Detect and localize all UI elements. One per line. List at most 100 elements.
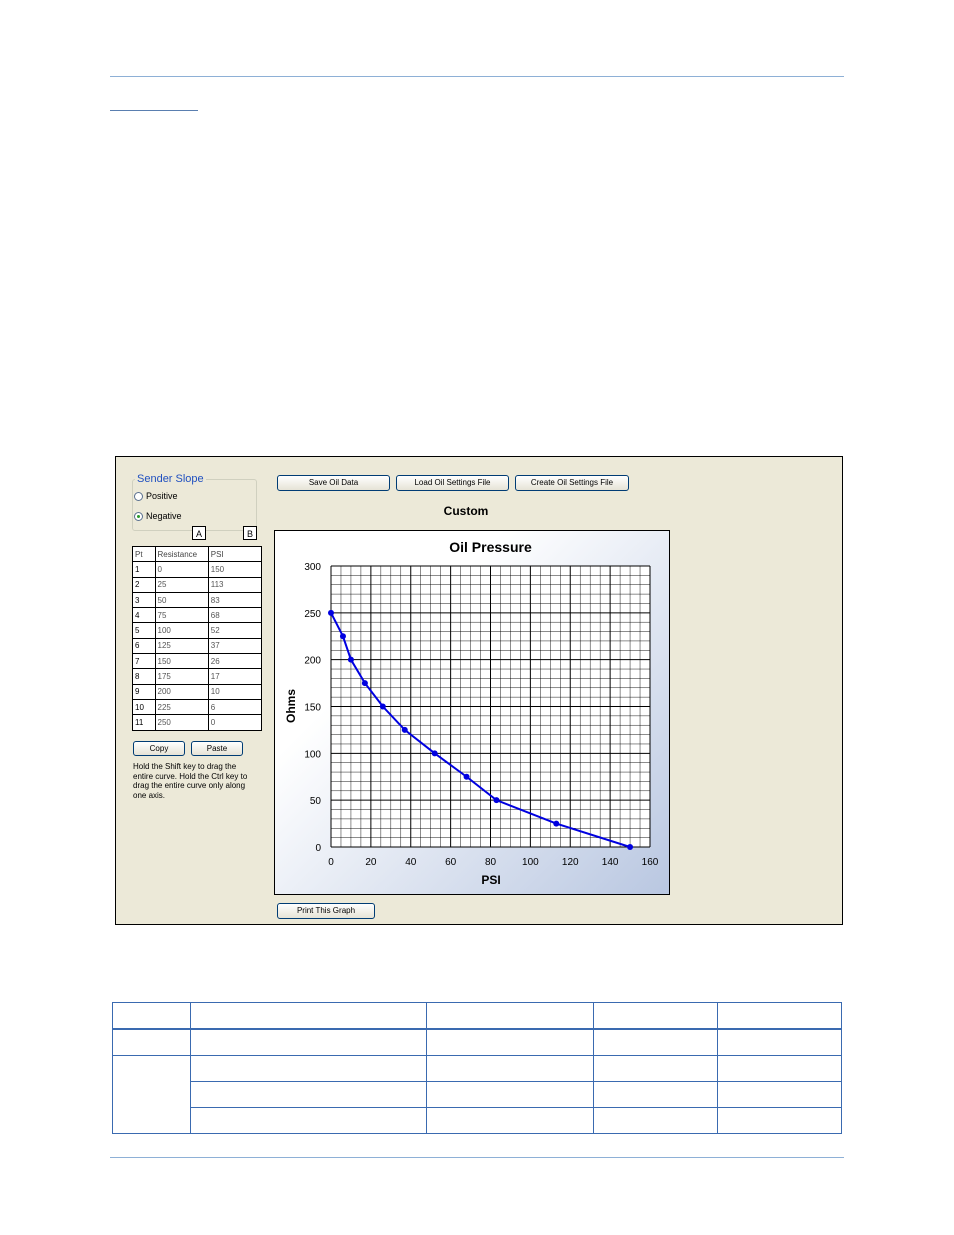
- y-axis-label: Ohms: [284, 689, 298, 723]
- points-table-row: 5 100 52: [132, 622, 263, 639]
- header-resistance: Resistance: [154, 545, 209, 563]
- x-tick-label: 120: [562, 857, 579, 868]
- bottom-table-row: [112, 1055, 842, 1134]
- y-tick-label: 250: [304, 609, 321, 620]
- row-pt-cell: 5: [132, 622, 156, 639]
- row-psi-cell[interactable]: 17: [207, 668, 263, 685]
- row-pt-cell: 11: [132, 714, 156, 731]
- points-table-row: 2 25 113: [132, 576, 263, 593]
- save-oil-data-button[interactable]: Save Oil Data: [277, 475, 390, 491]
- x-axis-label: PSI: [481, 873, 500, 887]
- radio-positive[interactable]: Positive: [134, 491, 178, 501]
- row-resistance-cell[interactable]: 100: [154, 622, 209, 639]
- radio-negative[interactable]: Negative: [134, 511, 182, 521]
- drag-hint-text: Hold the Shift key to drag the entire cu…: [133, 762, 248, 800]
- row-resistance-cell[interactable]: 250: [154, 714, 209, 731]
- x-tick-label: 80: [485, 857, 497, 868]
- data-point: [493, 797, 500, 804]
- row-psi-cell[interactable]: 26: [207, 653, 263, 670]
- oil-pressure-settings-panel: Sender Slope Positive Negative A B Pt Re…: [115, 456, 843, 925]
- oil-pressure-chart[interactable]: 0 20 40 60 80 100 120 140 160 0 50 100 150 200 250 300 O…: [274, 530, 670, 895]
- y-tick-label: 100: [304, 749, 321, 760]
- points-table-row: 11 250 0: [132, 714, 263, 731]
- data-point: [553, 820, 560, 827]
- footer-rule: [110, 1157, 844, 1158]
- row-pt-cell: 8: [132, 668, 156, 685]
- data-point: [347, 656, 354, 663]
- points-table-row: 10 225 6: [132, 698, 263, 716]
- x-tick-label: 0: [328, 857, 334, 868]
- custom-label: Custom: [443, 504, 489, 518]
- row-psi-cell[interactable]: 10: [207, 683, 263, 700]
- row-pt-cell: 1: [132, 561, 156, 578]
- row-resistance-cell[interactable]: 50: [154, 591, 209, 609]
- row-resistance-cell[interactable]: 75: [154, 607, 209, 624]
- row-psi-cell[interactable]: 83: [207, 591, 263, 609]
- y-tick-label: 0: [315, 843, 321, 854]
- row-psi-cell[interactable]: 37: [207, 637, 263, 655]
- row-psi-cell[interactable]: 113: [207, 576, 263, 593]
- data-point: [401, 726, 408, 733]
- bottom-table-row: [112, 1028, 842, 1056]
- row-psi-cell[interactable]: 52: [207, 622, 263, 639]
- points-table-row: 7 150 26: [132, 653, 263, 670]
- header-rule: [110, 76, 844, 77]
- points-table-row: 8 175 17: [132, 668, 263, 685]
- x-tick-label: 20: [365, 857, 377, 868]
- row-psi-cell[interactable]: 150: [207, 561, 263, 578]
- paste-button[interactable]: Paste: [191, 741, 243, 756]
- load-oil-settings-button[interactable]: Load Oil Settings File: [396, 475, 509, 491]
- y-tick-label: 200: [304, 656, 321, 667]
- points-table: Pt Resistance PSI 1 0 150 2 25 113 3 50 83 4 75 68 5…: [132, 545, 263, 731]
- copy-button[interactable]: Copy: [133, 741, 185, 756]
- data-point: [463, 773, 470, 780]
- sender-slope-title: Sender Slope: [135, 473, 206, 485]
- column-marker-b: B: [243, 526, 257, 540]
- print-graph-button[interactable]: Print This Graph: [277, 903, 375, 919]
- row-pt-cell: 3: [132, 591, 156, 609]
- row-resistance-cell[interactable]: 200: [154, 683, 209, 700]
- row-psi-cell[interactable]: 68: [207, 607, 263, 624]
- column-marker-a: A: [192, 526, 206, 540]
- header-pt: Pt: [132, 545, 156, 563]
- row-pt-cell: 10: [132, 698, 156, 716]
- row-pt-cell: 9: [132, 683, 156, 700]
- points-table-row: 4 75 68: [132, 607, 263, 624]
- radio-positive-indicator[interactable]: [134, 491, 143, 501]
- header-psi: PSI: [207, 545, 263, 563]
- data-point: [379, 703, 386, 710]
- row-resistance-cell[interactable]: 25: [154, 576, 209, 593]
- row-resistance-cell[interactable]: 150: [154, 653, 209, 670]
- row-resistance-cell[interactable]: 0: [154, 561, 209, 578]
- points-table-row: 3 50 83: [132, 591, 263, 609]
- points-table-row: 1 0 150: [132, 561, 263, 578]
- data-point: [328, 609, 334, 616]
- header-link-underline: [110, 110, 198, 111]
- data-point: [627, 844, 634, 850]
- row-psi-cell[interactable]: 6: [207, 698, 263, 716]
- points-table-row: 9 200 10: [132, 683, 263, 700]
- y-tick-label: 150: [304, 703, 321, 714]
- x-tick-label: 100: [522, 857, 539, 868]
- row-pt-cell: 6: [132, 637, 156, 655]
- data-point: [431, 750, 438, 757]
- radio-negative-indicator[interactable]: [134, 511, 143, 521]
- data-point: [339, 633, 346, 640]
- row-resistance-cell[interactable]: 125: [154, 637, 209, 655]
- row-pt-cell: 7: [132, 653, 156, 670]
- bottom-table: [112, 1002, 842, 1134]
- create-oil-settings-button[interactable]: Create Oil Settings File: [515, 475, 629, 491]
- radio-positive-label: Positive: [146, 491, 178, 501]
- y-tick-label: 300: [304, 562, 321, 573]
- oil-pressure-chart-svg[interactable]: 0 20 40 60 80 100 120 140 160 0 50 100 150 200 250 300 O…: [275, 531, 669, 894]
- row-psi-cell[interactable]: 0: [207, 714, 263, 731]
- row-resistance-cell[interactable]: 175: [154, 668, 209, 685]
- bottom-table-row: [113, 1107, 842, 1134]
- data-point: [361, 680, 368, 687]
- row-resistance-cell[interactable]: 225: [154, 698, 209, 716]
- x-tick-label: 140: [602, 857, 619, 868]
- x-tick-label: 60: [445, 857, 457, 868]
- x-tick-label: 160: [642, 857, 659, 868]
- row-pt-cell: 4: [132, 607, 156, 624]
- sender-slope-group: [132, 479, 257, 531]
